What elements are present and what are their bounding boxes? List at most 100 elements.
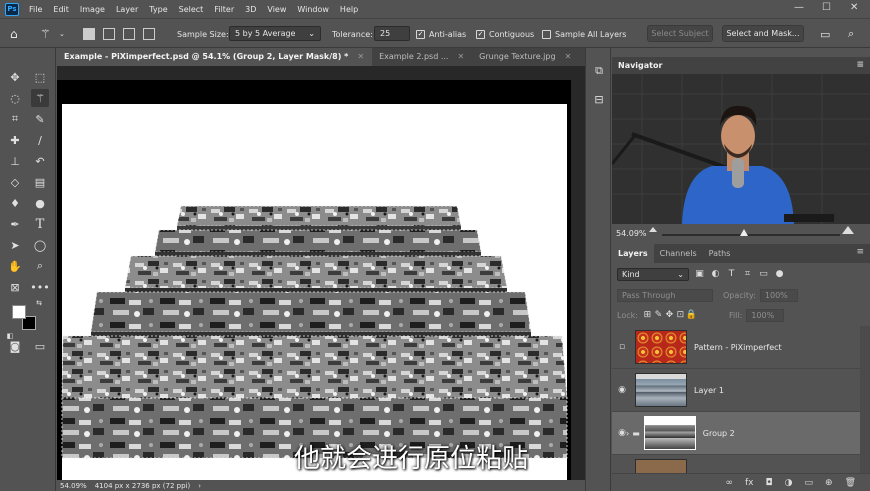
dodge-tool-icon[interactable]: ●: [31, 194, 49, 212]
menu-edit[interactable]: Edit: [53, 5, 69, 14]
new-group-icon[interactable]: ▭: [805, 478, 814, 488]
add-to-selection-icon[interactable]: [103, 28, 115, 40]
tab-channels[interactable]: Channels: [654, 244, 703, 263]
workspace-icon[interactable]: ▭: [820, 19, 830, 49]
menu-select[interactable]: Select: [179, 5, 204, 14]
tab-paths[interactable]: Paths: [703, 244, 737, 263]
lock-artboard-icon[interactable]: ⊡: [675, 310, 686, 321]
new-layer-icon[interactable]: ⊕: [825, 478, 833, 488]
layer-mask-thumbnail[interactable]: [643, 416, 696, 450]
edit-toolbar-icon[interactable]: ⊠: [6, 278, 24, 296]
select-subject-button[interactable]: Select Subject: [647, 25, 713, 42]
menu-type[interactable]: Type: [149, 5, 167, 14]
layer-name[interactable]: Pattern - PiXimperfect: [694, 343, 782, 352]
blur-tool-icon[interactable]: ♦: [6, 194, 24, 212]
search-icon[interactable]: ⌕: [848, 19, 854, 49]
adjustment-filter-icon[interactable]: ◐: [710, 269, 721, 280]
healing-brush-icon[interactable]: ✚: [6, 131, 24, 149]
hand-tool-icon[interactable]: ✋: [6, 257, 24, 275]
blend-mode-select[interactable]: Pass Through: [617, 288, 713, 302]
intersect-selection-icon[interactable]: [143, 28, 155, 40]
panel-menu-icon[interactable]: ≡: [856, 247, 864, 257]
fill-input[interactable]: 100%: [746, 308, 785, 322]
close-button[interactable]: ✕: [850, 2, 858, 13]
pen-tool-icon[interactable]: ✒: [6, 215, 24, 233]
minimize-button[interactable]: —: [794, 2, 804, 13]
brush-tool-icon[interactable]: ∕: [31, 131, 49, 149]
menu-3d[interactable]: 3D: [245, 5, 256, 14]
screen-mode-icon[interactable]: ▭: [31, 337, 49, 355]
new-selection-icon[interactable]: [83, 28, 95, 40]
ellipse-tool-icon[interactable]: ◯: [31, 236, 49, 254]
magic-wand-tool-icon[interactable]: ⚚: [31, 89, 49, 107]
lock-all-icon[interactable]: 🔒: [686, 310, 697, 321]
menu-window[interactable]: Window: [297, 5, 329, 14]
tab-grunge-texture[interactable]: Grunge Texture.jpg ✕: [472, 48, 579, 66]
lock-transparent-icon[interactable]: ⊞: [642, 310, 653, 321]
zoom-out-icon[interactable]: [649, 227, 657, 232]
menu-view[interactable]: View: [267, 5, 286, 14]
layer-name[interactable]: Group 2: [703, 429, 735, 438]
tab-example-piximperfect[interactable]: Example - PiXimperfect.psd @ 54.1% (Grou…: [57, 48, 373, 66]
type-filter-icon[interactable]: T: [726, 269, 737, 280]
path-selection-icon[interactable]: ➤: [6, 236, 24, 254]
eyedropper-tool-icon[interactable]: ✎: [31, 110, 49, 128]
smart-object-filter-icon[interactable]: ▭: [758, 269, 769, 280]
navigator-zoom-value[interactable]: 54.09%: [616, 229, 647, 238]
menu-help[interactable]: Help: [340, 5, 358, 14]
delete-layer-icon[interactable]: 🗑: [845, 478, 856, 488]
contiguous-checkbox[interactable]: ✓ Contiguous: [476, 19, 534, 49]
subtract-from-selection-icon[interactable]: [123, 28, 135, 40]
magic-wand-preset-icon[interactable]: ⚚: [40, 19, 51, 49]
add-mask-icon[interactable]: ◘: [766, 478, 773, 488]
marquee-tool-icon[interactable]: ⬚: [31, 68, 49, 86]
sample-all-layers-checkbox[interactable]: Sample All Layers: [542, 19, 626, 49]
lock-position-icon[interactable]: ✥: [664, 310, 675, 321]
chevron-down-icon[interactable]: ⌄: [59, 19, 65, 49]
pixel-filter-icon[interactable]: ▣: [694, 269, 705, 280]
sample-size-select[interactable]: 5 by 5 Average ⌄: [229, 26, 321, 41]
menu-image[interactable]: Image: [80, 5, 105, 14]
canvas-area[interactable]: 他就会进行原位粘贴: [57, 66, 585, 480]
type-tool-icon[interactable]: T: [31, 215, 49, 233]
swap-colors-icon[interactable]: ⇆: [34, 298, 44, 308]
visibility-toggle-off[interactable]: ▫: [612, 342, 632, 352]
menu-file[interactable]: File: [29, 5, 42, 14]
layers-scrollbar[interactable]: [860, 326, 870, 473]
history-panel-icon[interactable]: ⧉: [590, 62, 608, 80]
zoom-slider[interactable]: [662, 234, 840, 236]
home-icon[interactable]: ⌂: [10, 19, 18, 49]
close-icon[interactable]: ✕: [457, 52, 464, 66]
anti-alias-checkbox[interactable]: ✓ Anti-alias: [416, 19, 466, 49]
foreground-color-swatch[interactable]: [12, 305, 26, 319]
lock-image-icon[interactable]: ✎: [653, 310, 664, 321]
expand-group-icon[interactable]: ›: [626, 429, 629, 438]
lasso-tool-icon[interactable]: ◌: [6, 89, 24, 107]
zoom-slider-knob[interactable]: [740, 229, 748, 236]
link-layers-icon[interactable]: ∞: [726, 478, 734, 488]
gradient-tool-icon[interactable]: ▤: [31, 173, 49, 191]
quick-mask-icon[interactable]: ◙: [6, 337, 24, 355]
filter-toggle-icon[interactable]: ●: [774, 269, 785, 280]
menu-layer[interactable]: Layer: [116, 5, 138, 14]
layer-row-group-2[interactable]: ◉ › ▬ Group 2: [612, 412, 860, 455]
zoom-in-icon[interactable]: [842, 226, 854, 234]
fx-icon[interactable]: fx: [745, 478, 754, 488]
layer-row-pattern[interactable]: ▫ Pattern - PiXimperfect: [612, 326, 860, 369]
close-icon[interactable]: ✕: [565, 52, 572, 66]
move-tool-icon[interactable]: ✥: [6, 68, 24, 86]
tolerance-input[interactable]: 25: [374, 26, 410, 41]
layer-name[interactable]: Layer 1: [694, 386, 724, 395]
clone-stamp-icon[interactable]: ⊥: [6, 152, 24, 170]
shape-filter-icon[interactable]: ⌗: [742, 269, 753, 280]
layer-row-layer-1[interactable]: ◉ Layer 1: [612, 369, 860, 412]
eye-icon[interactable]: ◉: [612, 385, 632, 395]
tab-layers[interactable]: Layers: [612, 244, 654, 263]
properties-panel-icon[interactable]: ⊟: [590, 90, 608, 108]
status-zoom[interactable]: 54.09%: [60, 482, 87, 490]
kind-filter-select[interactable]: Kind ⌄: [617, 267, 689, 281]
zoom-tool-icon[interactable]: ⌕: [31, 257, 49, 275]
select-and-mask-button[interactable]: Select and Mask...: [722, 25, 804, 42]
adjustment-layer-icon[interactable]: ◑: [785, 478, 793, 488]
navigator-preview[interactable]: [612, 74, 870, 224]
